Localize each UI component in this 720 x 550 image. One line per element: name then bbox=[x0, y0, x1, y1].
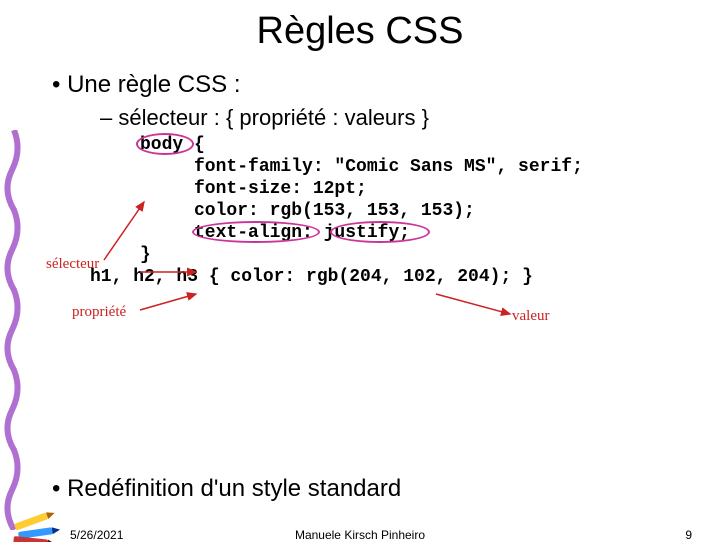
code-line-7: h1, h2, h3 { color: rgb(204, 102, 204); … bbox=[90, 267, 533, 287]
code-example: body { font-family: "Comic Sans MS", ser… bbox=[120, 135, 720, 325]
code-line-3: font-size: 12pt; bbox=[140, 179, 367, 199]
circle-selector bbox=[136, 133, 194, 155]
label-value: valeur bbox=[512, 308, 549, 325]
code-line-6: } bbox=[140, 245, 151, 265]
circle-property bbox=[192, 221, 320, 243]
bullet-redefinition: • Redéfinition d'un style standard bbox=[52, 475, 720, 503]
code-line-2: font-family: "Comic Sans MS", serif; bbox=[140, 157, 583, 177]
circle-value bbox=[330, 221, 430, 243]
bullet-rule-css: • Une règle CSS : bbox=[52, 71, 720, 99]
code-line-4: color: rgb(153, 153, 153); bbox=[140, 201, 475, 221]
label-selector: sélecteur bbox=[46, 256, 99, 273]
bullet-syntax: – sélecteur : { propriété : valeurs } bbox=[100, 105, 720, 131]
slide-title: Règles CSS bbox=[0, 10, 720, 53]
label-property: propriété bbox=[72, 304, 126, 321]
left-wave-decoration bbox=[0, 130, 22, 530]
